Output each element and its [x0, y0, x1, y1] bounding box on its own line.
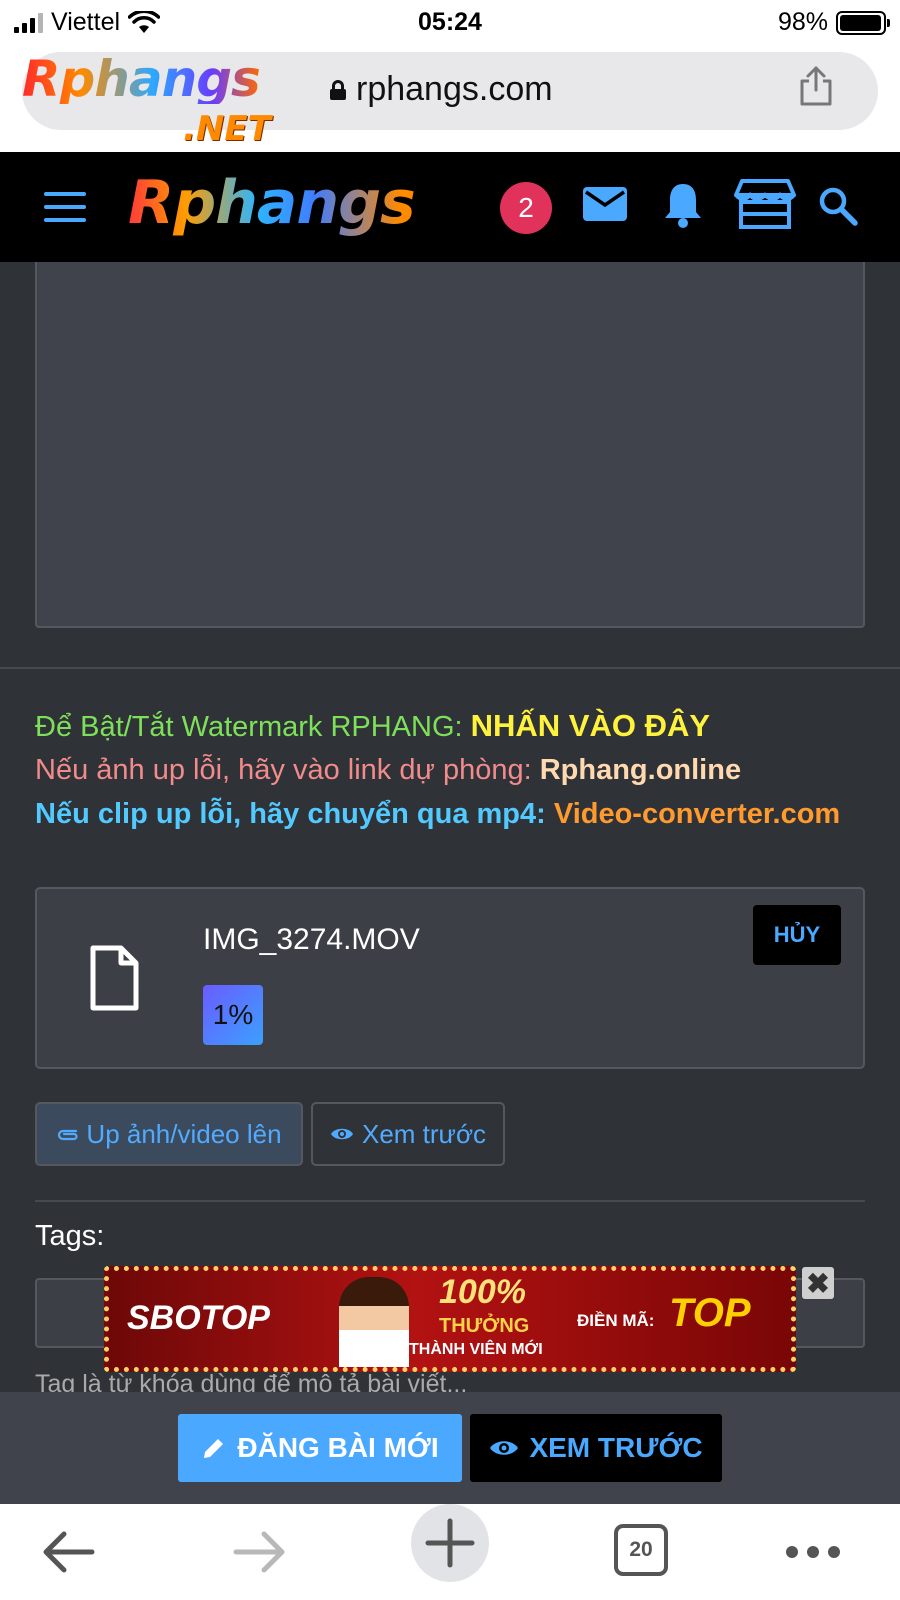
site-favicon-net: .NET [183, 109, 271, 149]
menu-icon[interactable] [44, 192, 86, 222]
plus-icon [425, 1518, 475, 1568]
clip-link[interactable]: Video-converter.com [554, 798, 840, 830]
search-icon[interactable] [818, 186, 858, 226]
preview-label: Xem trước [361, 1118, 487, 1149]
upload-item: IMG_3274.MOV 1% HỦY [35, 887, 865, 1069]
site-header: Rphangs 2 [0, 152, 900, 262]
ad-banner[interactable]: SBOTOP 100% THƯỞNG THÀNH VIÊN MỚI ĐIỀN M… [104, 1266, 796, 1372]
battery-icon [836, 10, 890, 35]
file-name: IMG_3274.MOV [203, 923, 420, 956]
watermark-notice: Để Bật/Tắt Watermark RPHANG: NHẤN VÀO ĐÂ… [35, 708, 710, 744]
upload-progress: 1% [203, 985, 263, 1045]
battery-percent: 98% [777, 8, 828, 36]
post-editor: Để Bật/Tắt Watermark RPHANG: NHẤN VÀO ĐÂ… [0, 262, 900, 1392]
backup-notice: Nếu ảnh up lỗi, hãy vào link dự phòng: R… [35, 754, 741, 787]
carrier-name: Viettel [51, 8, 121, 36]
watermark-label: Để Bật/Tắt Watermark RPHANG: [35, 711, 463, 743]
clip-label: Nếu clip up lỗi, hãy chuyển qua mp4: [35, 798, 546, 830]
signal-icon [14, 12, 43, 33]
backup-label: Nếu ảnh up lỗi, hãy vào link dự phòng: [35, 754, 532, 786]
preview-post-label: XEM TRƯỚC [529, 1432, 703, 1463]
new-post-button[interactable]: ĐĂNG BÀI MỚI [178, 1414, 462, 1482]
new-tab-button[interactable] [411, 1504, 489, 1582]
pencil-icon [204, 1439, 224, 1458]
backup-link[interactable]: Rphang.online [540, 754, 741, 786]
tags-help-text: Tag là từ khóa dùng để mô tả bài viết... [35, 1370, 468, 1392]
url-text: rphangs.com [356, 70, 553, 108]
eye-icon [330, 1128, 353, 1140]
eye-icon [490, 1441, 519, 1455]
forward-arrow-icon[interactable] [232, 1530, 288, 1574]
back-arrow-icon[interactable] [40, 1530, 96, 1574]
notification-badge[interactable]: 2 [500, 182, 552, 234]
browser-url-area: Rphangs .NET rphangs.com [0, 46, 900, 152]
carrier: Viettel [14, 8, 161, 37]
cancel-upload-button[interactable]: HỦY [753, 905, 841, 965]
post-action-bar: ĐĂNG BÀI MỚI XEM TRƯỚC [0, 1392, 900, 1504]
divider [0, 667, 900, 669]
tags-label: Tags: [35, 1220, 105, 1252]
file-icon [90, 945, 139, 1011]
battery: 98% [777, 8, 890, 37]
more-icon[interactable] [786, 1546, 840, 1558]
ad-code-label: ĐIỀN MÃ: [577, 1311, 655, 1330]
store-icon[interactable] [734, 178, 796, 230]
browser-toolbar: 20 [0, 1504, 900, 1600]
ad-sub: THƯỞNG [439, 1315, 530, 1337]
site-logo[interactable]: Rphangs [128, 170, 416, 236]
share-icon[interactable] [798, 66, 834, 106]
url[interactable]: rphangs.com [330, 70, 553, 109]
ad-brand: SBOTOP [127, 1299, 270, 1337]
ad-code: TOP [669, 1291, 751, 1335]
preview-button[interactable]: Xem trước [311, 1102, 505, 1166]
lock-icon [330, 79, 346, 100]
ad-sub2: THÀNH VIÊN MỚI [409, 1341, 543, 1358]
editor-textarea[interactable] [35, 262, 865, 628]
upload-media-button[interactable]: Up ảnh/video lên [35, 1102, 303, 1166]
ad-headline: 100% [439, 1273, 526, 1311]
status-bar: Viettel 05:24 98% [0, 0, 900, 46]
new-post-label: ĐĂNG BÀI MỚI [237, 1432, 439, 1463]
ad-close-icon[interactable]: ✖ [802, 1267, 834, 1299]
upload-media-label: Up ảnh/video lên [86, 1118, 282, 1149]
tabs-icon[interactable]: 20 [614, 1524, 668, 1576]
mail-icon[interactable] [582, 186, 628, 222]
clip-notice: Nếu clip up lỗi, hãy chuyển qua mp4: Vid… [35, 798, 840, 831]
ad-model-image [339, 1277, 409, 1367]
paperclip-icon [58, 1129, 78, 1141]
wifi-icon [128, 10, 161, 33]
preview-post-button[interactable]: XEM TRƯỚC [470, 1414, 722, 1482]
watermark-link[interactable]: NHẤN VÀO ĐÂY [471, 708, 710, 743]
divider [35, 1200, 865, 1202]
site-favicon-logo: Rphangs [22, 50, 261, 108]
bell-icon[interactable] [662, 180, 704, 228]
